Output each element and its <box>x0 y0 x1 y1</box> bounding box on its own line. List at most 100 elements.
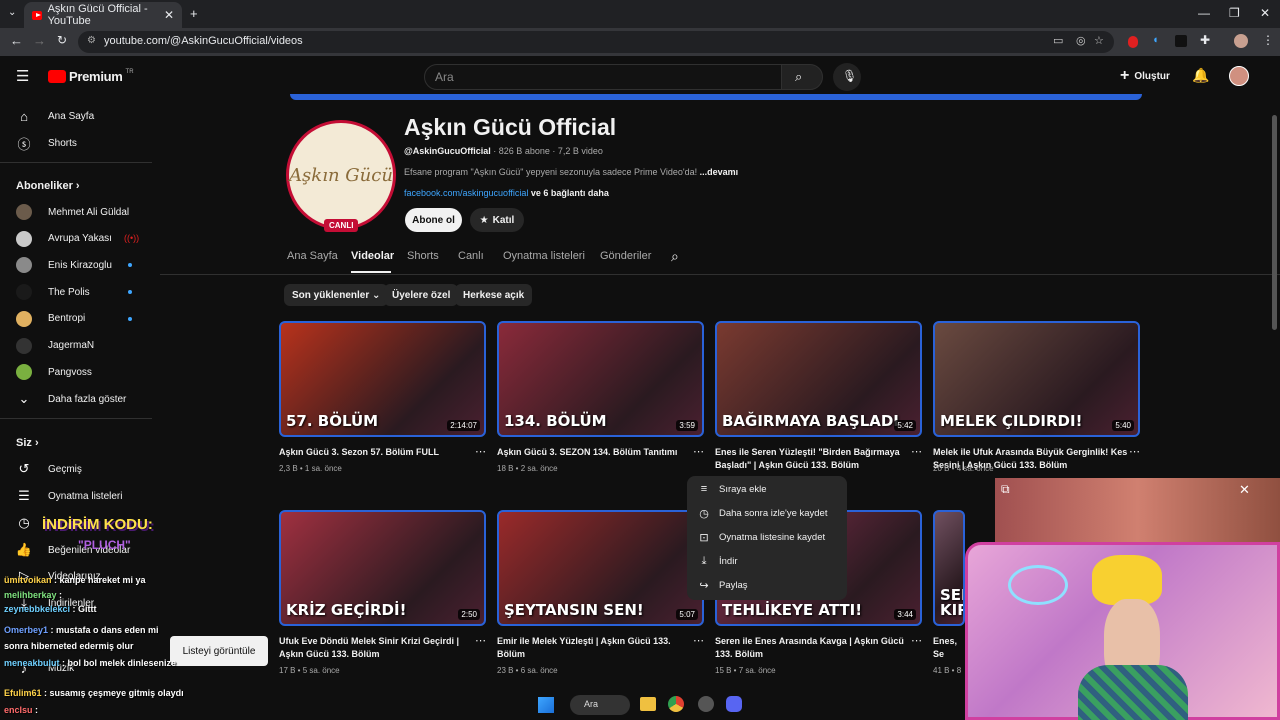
tab-list-icon[interactable]: ⌄ <box>8 7 16 18</box>
description-more[interactable]: ...devamı <box>697 167 739 177</box>
tab-4[interactable]: Oynatma listeleri <box>503 250 585 262</box>
cast-icon[interactable]: ▭ <box>1053 34 1063 47</box>
chip-latest[interactable]: Son yüklenenler ⌄ <box>284 284 389 306</box>
video-title[interactable]: Aşkın Gücü 3. SEZON 134. Bölüm Tanıtımı <box>497 446 693 459</box>
video-title[interactable]: Enes, Se Aşkın Gü <box>933 635 965 661</box>
menu-item-download[interactable]: ⤓ İndir <box>697 555 738 568</box>
sidebar-item-shorts[interactable]: ⓢ Shorts <box>16 133 76 153</box>
video-title[interactable]: Ufuk Eve Döndü Melek Sinir Krizi Geçirdi… <box>279 635 475 661</box>
url-field[interactable]: ⚙ youtube.com/@AskinGucuOfficial/videos … <box>78 31 1114 53</box>
video-more-options-icon[interactable]: ⋯ <box>911 445 922 458</box>
video-title[interactable]: Seren ile Enes Arasında Kavga | Aşkın Gü… <box>715 635 911 661</box>
sidebar-subscription[interactable]: Avrupa Yakası <box>16 229 112 249</box>
new-tab-icon[interactable]: + <box>190 6 198 21</box>
video-title[interactable]: Aşkın Gücü 3. Sezon 57. Bölüm FULL <box>279 446 475 459</box>
forward-icon[interactable]: → <box>33 33 46 48</box>
tab-2[interactable]: Shorts <box>407 250 439 262</box>
menu-item-add-to-queue[interactable]: ≡ Sıraya ekle <box>697 483 767 495</box>
back-icon[interactable]: ← <box>10 33 23 48</box>
extension-red-icon[interactable] <box>1128 36 1138 48</box>
menu-item-share[interactable]: ↪ Paylaş <box>697 579 747 592</box>
channel-search-icon[interactable]: ⌕ <box>671 248 679 265</box>
menu-item-save-to-playlist[interactable]: ⊡ Oynatma listesine kaydet <box>697 531 825 544</box>
browser-tab[interactable]: Aşkın Gücü Official - YouTube ✕ <box>24 2 182 28</box>
extension-dark-icon[interactable] <box>1175 35 1187 47</box>
search-button[interactable]: ⌕ <box>781 64 823 90</box>
subscriptions-heading[interactable]: Aboneliker › <box>16 180 80 192</box>
video-more-options-icon[interactable]: ⋯ <box>475 634 486 647</box>
chrome-icon[interactable] <box>668 696 684 712</box>
tab-1[interactable]: Videolar <box>351 250 394 262</box>
sidebar-subscription[interactable]: Mehmet Ali Güldal <box>16 202 129 222</box>
extension-audio-icon[interactable]: ◖ <box>1152 34 1159 46</box>
menu-item-save-watch-later[interactable]: ◷ Daha sonra izle'ye kaydet <box>697 507 827 520</box>
video-thumbnail[interactable]: 57. BÖLÜM 2:14:07 <box>279 321 486 437</box>
file-explorer-icon[interactable] <box>640 697 656 711</box>
join-button[interactable]: ★ Katıl <box>470 208 524 232</box>
hide-icon[interactable]: ◎ <box>1076 34 1086 47</box>
youtube-logo[interactable]: Premium TR <box>48 69 134 84</box>
video-thumbnail[interactable]: SER KIR <box>933 510 965 626</box>
sidebar-subscription[interactable]: Enis Kirazoglu <box>16 255 112 275</box>
sidebar-subscription[interactable]: Bentropi <box>16 309 85 329</box>
app-icon[interactable] <box>698 696 714 712</box>
video-thumbnail[interactable]: BAĞIRMAYA BAŞLADI 5:42 <box>715 321 922 437</box>
channel-avatar[interactable]: Aşkın Gücü <box>286 120 396 230</box>
account-avatar[interactable] <box>1229 66 1249 86</box>
video-thumbnail[interactable]: MELEK ÇILDIRDI! 5:40 <box>933 321 1140 437</box>
video-thumbnail[interactable]: 134. BÖLÜM 3:59 <box>497 321 704 437</box>
pip-icon[interactable]: ⧉ <box>1001 482 1010 497</box>
links-more[interactable]: ve 6 bağlantı daha <box>528 188 609 198</box>
discord-icon[interactable] <box>726 696 742 712</box>
create-button[interactable]: + Oluştur <box>1120 67 1170 85</box>
subscribe-button[interactable]: Abone ol <box>405 208 462 232</box>
sidebar-item-home[interactable]: ⌂ Ana Sayfa <box>16 106 94 126</box>
reload-icon[interactable]: ↻ <box>57 33 67 47</box>
video-more-options-icon[interactable]: ⋯ <box>911 634 922 647</box>
chip-members-only[interactable]: Üyelere özel <box>384 284 459 306</box>
video-more-options-icon[interactable]: ⋯ <box>693 634 704 647</box>
sidebar-subscription[interactable]: JagermaN <box>16 336 94 356</box>
hamburger-menu-icon[interactable]: ☰ <box>16 67 29 85</box>
sidebar-subscription[interactable]: Pangvoss <box>16 362 92 382</box>
tab-5[interactable]: Gönderiler <box>600 250 651 262</box>
page-scrollbar[interactable] <box>1272 115 1277 330</box>
video-thumbnail[interactable]: ŞEYTANSIN SEN! 5:07 <box>497 510 704 626</box>
video-more-options-icon[interactable]: ⋯ <box>1129 445 1140 458</box>
video-title[interactable]: Enes ile Seren Yüzleşti! "Birden Bağırma… <box>715 446 911 472</box>
tab-0[interactable]: Ana Sayfa <box>287 250 338 262</box>
video-thumbnail[interactable]: KRİZ GEÇİRDİ! 2:50 <box>279 510 486 626</box>
plus-icon: + <box>1120 67 1130 84</box>
video-more-options-icon[interactable]: ⋯ <box>475 445 486 458</box>
you-heading[interactable]: Siz › <box>16 437 39 449</box>
video-title[interactable]: Emir ile Melek Yüzleşti | Aşkın Gücü 133… <box>497 635 693 661</box>
video-more-options-icon[interactable]: ⋯ <box>693 445 704 458</box>
chat-username: Omerbey1 <box>4 625 49 635</box>
site-info-icon[interactable]: ⚙ <box>87 35 96 46</box>
restore-icon[interactable]: ❐ <box>1229 6 1240 20</box>
notifications-bell-icon[interactable]: 🔔 <box>1192 67 1209 84</box>
close-mini-player-icon[interactable]: ✕ <box>1239 482 1250 498</box>
voice-search-button[interactable]: 🎙 <box>833 63 861 91</box>
tab-3[interactable]: Canlı <box>458 250 484 262</box>
minimize-icon[interactable]: — <box>1198 6 1210 20</box>
channel-description[interactable]: Efsane program "Aşkın Gücü" yepyeni sezo… <box>404 167 738 177</box>
bookmark-star-icon[interactable]: ☆ <box>1094 34 1104 47</box>
extensions-puzzle-icon[interactable]: ✚ <box>1200 33 1210 47</box>
chip-public[interactable]: Herkese açık <box>455 284 533 306</box>
browser-menu-icon[interactable]: ⋮ <box>1262 33 1274 47</box>
sidebar-subscription[interactable]: The Polis <box>16 282 90 302</box>
sidebar-item-playlists[interactable]: ☰ Oynatma listeleri <box>16 486 122 506</box>
close-window-icon[interactable]: ✕ <box>1260 6 1270 20</box>
search-input[interactable]: Ara <box>424 64 782 90</box>
mini-player[interactable] <box>995 478 1280 548</box>
sidebar-item-history[interactable]: ↺ Geçmiş <box>16 459 82 479</box>
taskbar-search[interactable]: Ara <box>570 695 630 715</box>
profile-avatar[interactable] <box>1234 34 1248 48</box>
windows-start-icon[interactable] <box>538 697 554 713</box>
playlists-icon: ☰ <box>18 488 30 503</box>
channel-link[interactable]: facebook.com/askingucuofficial <box>404 188 528 198</box>
show-more-button[interactable]: ⌄ Daha fazla göster <box>16 389 127 409</box>
chat-username: ümitvoikan <box>4 575 52 585</box>
close-tab-icon[interactable]: ✕ <box>164 8 174 22</box>
